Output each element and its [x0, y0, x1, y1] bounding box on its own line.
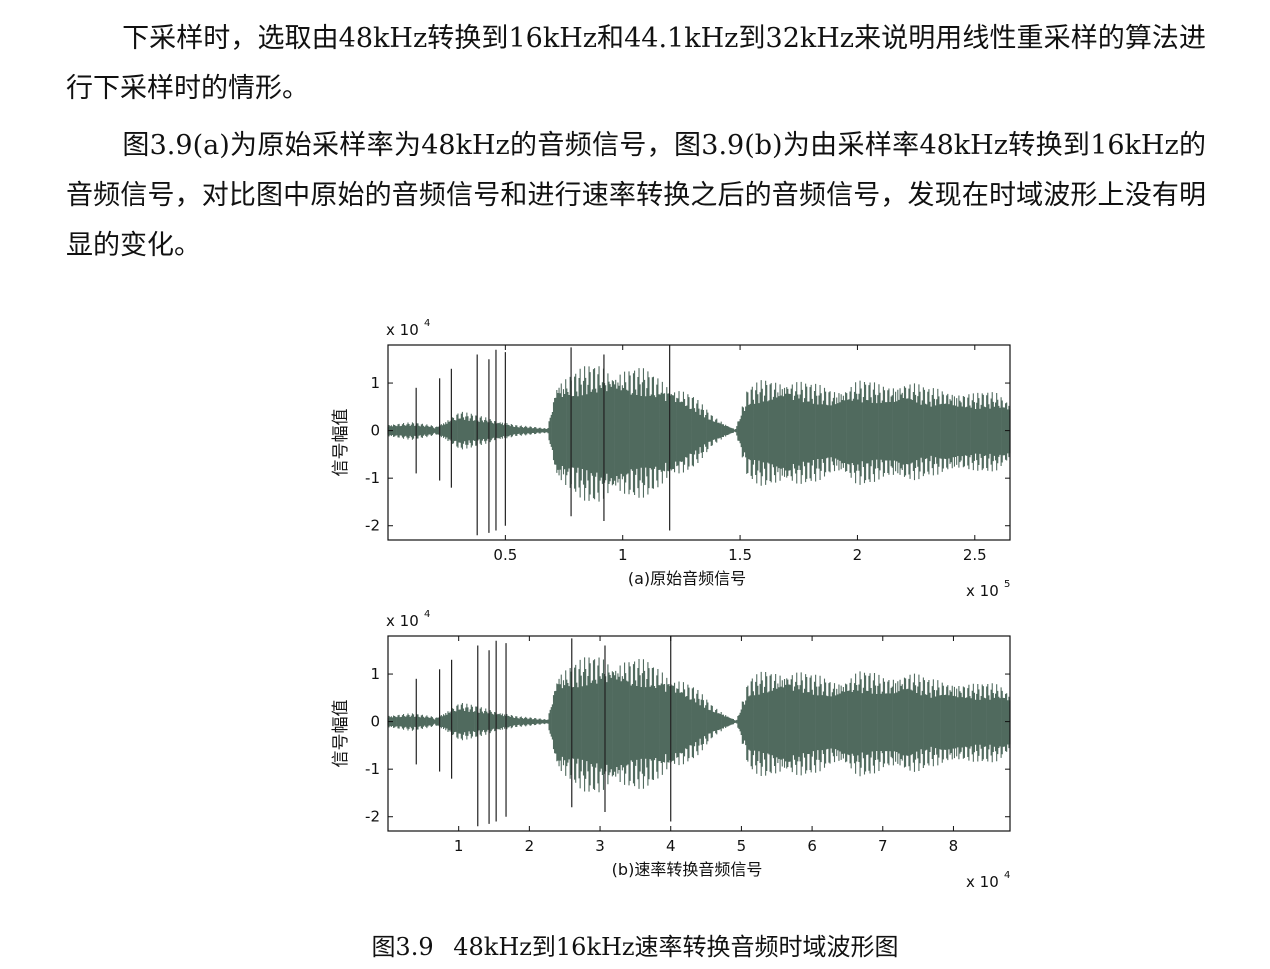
- panel-b-y-label: 信号幅值: [331, 700, 351, 768]
- panel-a-x-tick-label: 2: [853, 546, 863, 564]
- panel-b-subtitle: (b)速率转换音频信号: [612, 860, 763, 879]
- panel-a-waveform: [387, 366, 1011, 502]
- figure-3-9: 0.5 1 1.5 2 2.510-1-2x 10 4x 10 5(a)原始音频信号信号幅值…: [331, 318, 1011, 891]
- panel-b-x-tick-label: 5: [737, 837, 747, 855]
- panel-b-y-tick-label: -2: [365, 808, 380, 826]
- panel-b-x-tick-label: 6: [807, 837, 817, 855]
- panel-a-y-tick-label: 1: [370, 374, 380, 392]
- panel-a-x-tick-label: 2.5: [963, 546, 987, 564]
- caption-text: 48kHz到16kHz速率转换音频时域波形图: [453, 933, 899, 961]
- panel-b-y-tick-label: 1: [370, 665, 380, 683]
- panel-a-x-tick-label: 1: [618, 546, 628, 564]
- panel-b-x-tick-label: 3: [595, 837, 605, 855]
- panel-a-y-tick-label: -2: [365, 517, 380, 535]
- panel-a-y-label: 信号幅值: [331, 409, 351, 477]
- figure-caption: 图3.9 48kHz到16kHz速率转换音频时域波形图: [0, 927, 1270, 962]
- panel-b-y-exponent: 4: [424, 609, 430, 620]
- panel-a-x-tick-label: 0.5: [493, 546, 517, 564]
- panel-b-x-tick-label: 1: [454, 837, 464, 855]
- panel-b-waveform: [387, 657, 1011, 793]
- panel-b-x-tick-label: 4: [666, 837, 676, 855]
- panel-b-y-tick-label: 0: [370, 713, 380, 731]
- panel-b-y-tick-label: -1: [365, 760, 380, 778]
- panel-b-x-tick-label: 7: [878, 837, 888, 855]
- panel-b-x-exponent: 4: [1004, 870, 1010, 881]
- panel-b-x-tick-label: 2: [525, 837, 535, 855]
- panel-a-x-tick-label: 1.5: [728, 546, 752, 564]
- panel-b-x-multiplier: x 10: [966, 873, 999, 891]
- panel-a-x-multiplier: x 10: [966, 582, 999, 600]
- panel-b-y-multiplier: x 10: [386, 612, 419, 630]
- panel-a-y-tick-label: 0: [370, 422, 380, 440]
- panel-b-x-tick-label: 8: [949, 837, 959, 855]
- caption-number: 图3.9: [371, 933, 434, 961]
- panel-a-y-tick-label: -1: [365, 469, 380, 487]
- panel-a-x-exponent: 5: [1004, 579, 1010, 590]
- panel-a-y-exponent: 4: [424, 318, 430, 329]
- panel-a-y-multiplier: x 10: [386, 321, 419, 339]
- panel-a-subtitle: (a)原始音频信号: [628, 569, 746, 588]
